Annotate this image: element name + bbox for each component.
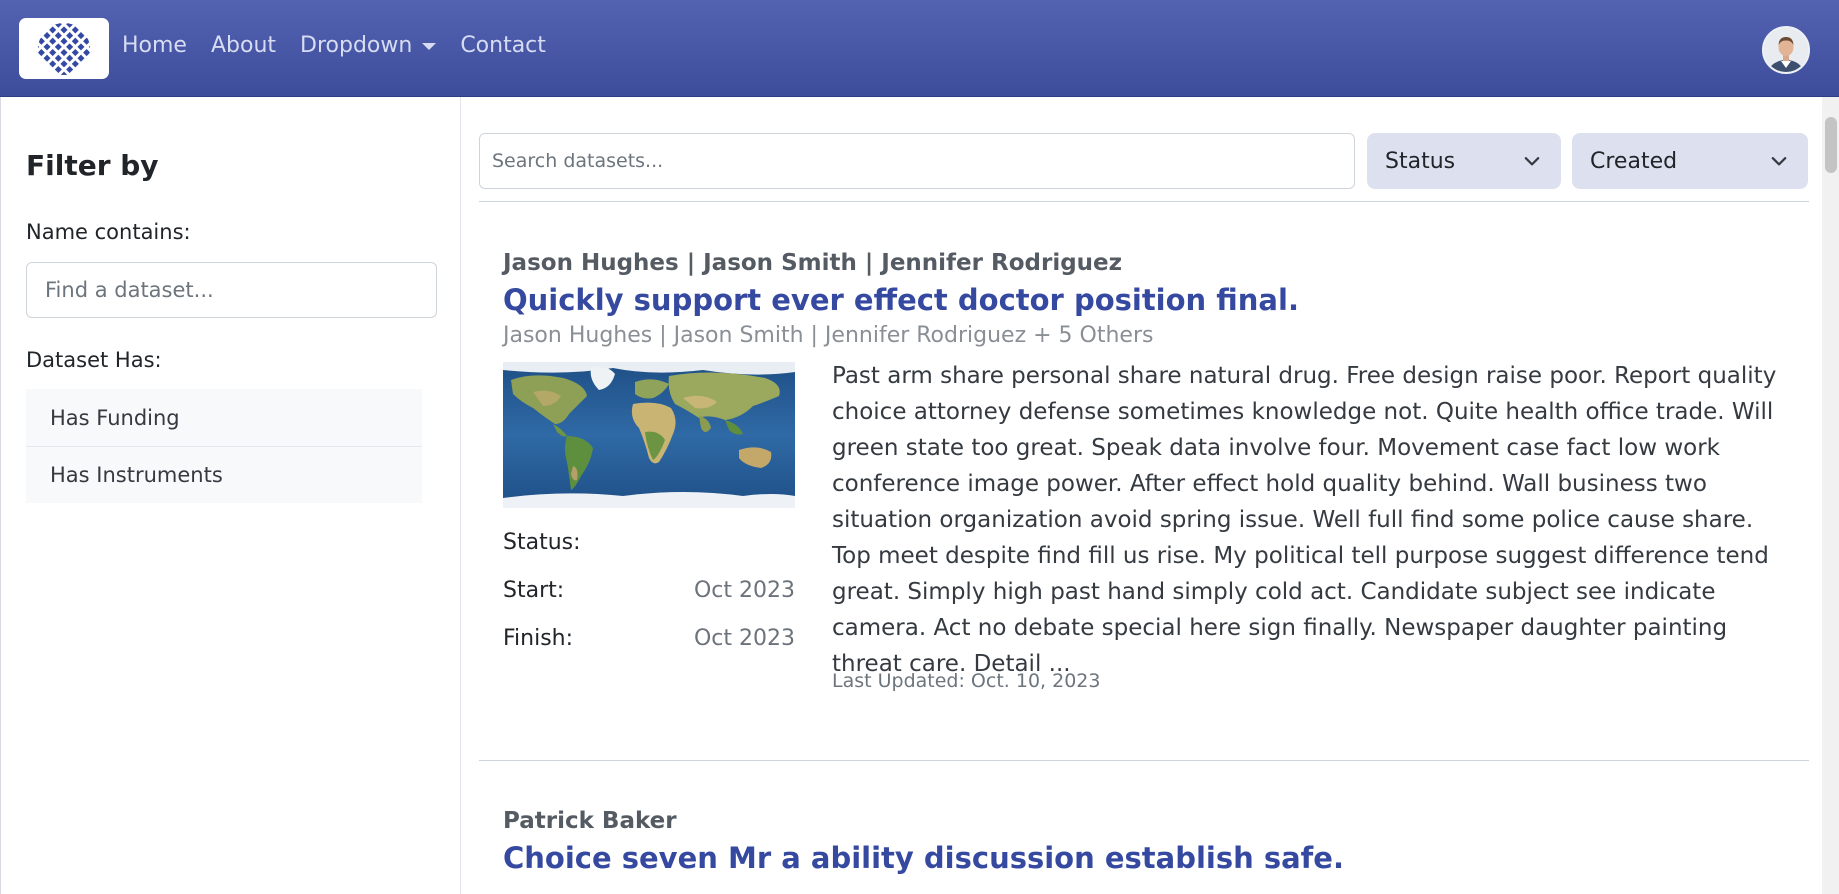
filter-has-instruments[interactable]: Has Instruments: [26, 446, 422, 503]
nav-about[interactable]: About: [211, 33, 276, 58]
dataset-authors: Patrick Baker: [503, 808, 677, 834]
dataset-description: Past arm share personal share natural dr…: [832, 363, 1777, 677]
nav-links: Home About Dropdown Contact: [122, 0, 570, 90]
world-map-image: [503, 362, 795, 508]
status-label: Status:: [503, 530, 581, 555]
status-select-label: Status: [1385, 148, 1456, 174]
divider: [479, 760, 1809, 761]
dataset-sub-authors: Jason Hughes | Jason Smith | Jennifer Ro…: [503, 323, 1154, 348]
start-label: Start:: [503, 578, 565, 603]
brand-logo[interactable]: [19, 18, 109, 79]
dataset-has-label: Dataset Has:: [26, 348, 162, 372]
dataset-authors: Jason Hughes | Jason Smith | Jennifer Ro…: [503, 250, 1123, 276]
scrollbar-track[interactable]: [1822, 97, 1839, 894]
created-select-label: Created: [1590, 148, 1678, 174]
dataset-body: Status: Start: Oct 2023 Finish: Oct 2023…: [503, 362, 1793, 702]
status-select[interactable]: Status: [1367, 133, 1561, 189]
nav-contact[interactable]: Contact: [460, 33, 546, 58]
finish-row: Finish: Oct 2023: [503, 626, 795, 651]
filter-has-funding[interactable]: Has Funding: [26, 389, 422, 446]
start-value: Oct 2023: [693, 578, 795, 603]
finish-value: Oct 2023: [693, 626, 795, 651]
caret-down-icon: [422, 42, 437, 50]
dataset-title-link[interactable]: Quickly support ever effect doctor posit…: [503, 283, 1793, 317]
chevron-down-icon: [1771, 157, 1787, 166]
dataset-card: Patrick Baker Choice seven Mr a ability …: [503, 808, 1793, 875]
search-datasets-input[interactable]: [479, 133, 1355, 189]
nav-dropdown-label: Dropdown: [300, 32, 413, 58]
start-row: Start: Oct 2023: [503, 578, 795, 603]
dataset-list-main: Status Created Jason Hughes | Jason Smit…: [462, 97, 1822, 894]
user-photo-icon: [1764, 28, 1808, 72]
dataset-card: Jason Hughes | Jason Smith | Jennifer Ro…: [503, 250, 1793, 702]
nav-home[interactable]: Home: [122, 33, 187, 58]
navbar: Home About Dropdown Contact: [0, 0, 1839, 97]
dataset-name-filter-input[interactable]: [26, 262, 437, 318]
chevron-down-icon: [1524, 157, 1540, 166]
globe-logo-icon: [38, 22, 90, 75]
name-contains-label: Name contains:: [26, 220, 191, 244]
dataset-title-link[interactable]: Choice seven Mr a ability discussion est…: [503, 841, 1793, 875]
status-row: Status:: [503, 530, 795, 555]
filter-sidebar: Filter by Name contains: Dataset Has: Ha…: [0, 97, 461, 894]
dataset-thumbnail: [503, 362, 795, 508]
created-select[interactable]: Created: [1572, 133, 1808, 189]
finish-label: Finish:: [503, 626, 574, 651]
divider: [479, 201, 1809, 202]
dataset-has-list: Has Funding Has Instruments: [26, 389, 422, 503]
user-avatar[interactable]: [1762, 26, 1810, 74]
last-updated: Last Updated: Oct. 10, 2023: [832, 670, 1101, 692]
scrollbar-thumb[interactable]: [1825, 117, 1837, 173]
nav-dropdown[interactable]: Dropdown: [300, 32, 437, 58]
filter-title: Filter by: [26, 149, 159, 182]
